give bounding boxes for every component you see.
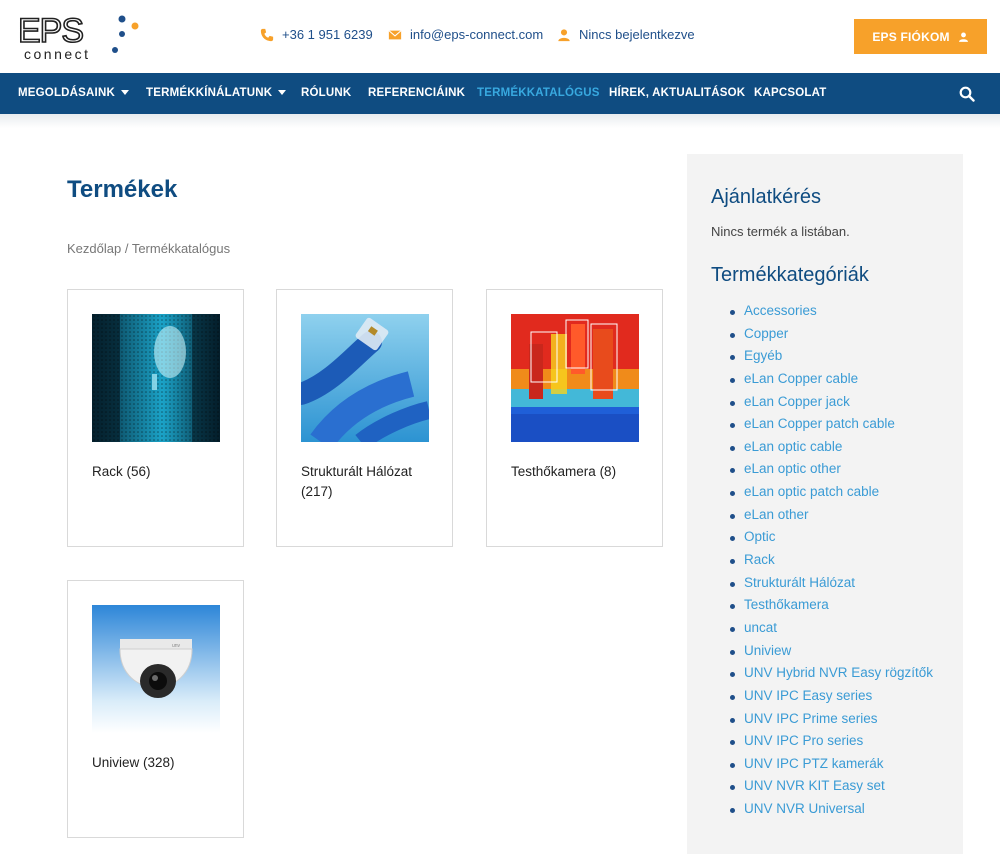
network-cable-image[interactable] [301, 314, 429, 442]
breadcrumb-home[interactable]: Kezdőlap [67, 241, 121, 256]
svg-text:unv: unv [172, 643, 181, 649]
category-link[interactable]: UNV IPC PTZ kamerák [729, 753, 933, 776]
category-link[interactable]: Uniview [729, 640, 933, 663]
category-label[interactable]: Testhőkamera (8) [511, 462, 651, 482]
category-link[interactable]: Egyéb [729, 345, 933, 368]
nav-item-referenciaink[interactable]: REFERENCIÁINK [368, 73, 465, 114]
category-link[interactable]: uncat [729, 617, 933, 640]
sidebar: Ajánlatkérés Nincs termék a listában. Te… [687, 154, 963, 854]
thermal-camera-image[interactable] [511, 314, 639, 442]
category-link[interactable]: eLan Copper cable [729, 368, 933, 391]
breadcrumb: Kezdőlap / Termékkatalógus [67, 241, 230, 256]
quote-empty-text: Nincs termék a listában. [711, 224, 850, 239]
category-link[interactable]: eLan Copper patch cable [729, 413, 933, 436]
category-link[interactable]: eLan optic cable [729, 436, 933, 459]
nav-item-hirek[interactable]: HÍREK, AKTUALITÁSOK [609, 73, 745, 114]
nav-shadow [0, 114, 1000, 128]
nav-item-megoldasaink[interactable]: MEGOLDÁSAINK [18, 73, 129, 114]
category-link[interactable]: eLan other [729, 504, 933, 527]
categories-title: Termékkategóriák [711, 264, 869, 286]
page-title: Termékek [67, 176, 178, 203]
rack-image[interactable] [92, 314, 220, 442]
category-link[interactable]: UNV IPC Pro series [729, 730, 933, 753]
user-icon [558, 28, 570, 41]
category-link[interactable]: UNV IPC Easy series [729, 685, 933, 708]
category-link[interactable]: eLan Copper jack [729, 391, 933, 414]
top-header: EPS connect +36 1 951 6239 info@eps-conn… [0, 0, 1000, 73]
envelope-icon [388, 29, 402, 39]
category-link[interactable]: Optic [729, 526, 933, 549]
phone-icon [260, 28, 274, 41]
nav-item-kapcsolat[interactable]: KAPCSOLAT [754, 73, 827, 114]
nav-item-termekkinalatunk[interactable]: TERMÉKKÍNÁLATUNK [146, 73, 287, 114]
login-status[interactable]: Nincs bejelentkezve [557, 27, 695, 42]
category-card-rack[interactable]: Rack (56) [67, 289, 244, 547]
dome-camera-image[interactable]: unv [92, 605, 220, 733]
category-card-uniview[interactable]: unv Uniview (328) [67, 580, 244, 838]
category-link[interactable]: UNV NVR Universal [729, 798, 933, 821]
category-label[interactable]: Uniview (328) [92, 753, 232, 773]
nav-item-rolunk[interactable]: RÓLUNK [301, 73, 351, 114]
user-icon [958, 32, 968, 42]
email-contact[interactable]: info@eps-connect.com [388, 27, 543, 42]
category-link[interactable]: UNV Hybrid NVR Easy rögzítők [729, 662, 933, 685]
account-button-label: EPS FIÓKOM [872, 29, 950, 44]
category-link[interactable]: Testhőkamera [729, 594, 933, 617]
eps-connect-logo[interactable]: EPS connect [18, 12, 143, 62]
login-status-text[interactable]: Nincs bejelentkezve [579, 27, 695, 42]
category-link[interactable]: eLan optic patch cable [729, 481, 933, 504]
category-card-strukturalt-halozat[interactable]: Strukturált Hálózat (217) [276, 289, 453, 547]
nav-item-termekkatalogus[interactable]: TERMÉKKATALÓGUS [477, 73, 600, 114]
category-link[interactable]: UNV IPC Prime series [729, 708, 933, 731]
svg-text:connect: connect [24, 46, 91, 62]
category-label[interactable]: Rack (56) [92, 462, 232, 482]
eps-account-button[interactable]: EPS FIÓKOM [854, 19, 987, 54]
caret-down-icon [278, 90, 287, 96]
category-card-testhokamera[interactable]: Testhőkamera (8) [486, 289, 663, 547]
main-navigation: MEGOLDÁSAINK TERMÉKKÍNÁLATUNK RÓLUNK REF… [0, 73, 1000, 114]
caret-down-icon [120, 90, 129, 96]
breadcrumb-separator: / [121, 241, 132, 256]
category-link[interactable]: Copper [729, 323, 933, 346]
svg-text:EPS: EPS [18, 12, 83, 50]
search-icon[interactable] [959, 86, 975, 102]
phone-contact[interactable]: +36 1 951 6239 [260, 27, 373, 42]
category-link[interactable]: eLan optic other [729, 458, 933, 481]
email-address[interactable]: info@eps-connect.com [410, 27, 543, 42]
quote-title: Ajánlatkérés [711, 186, 822, 208]
category-link[interactable]: Rack [729, 549, 933, 572]
phone-number[interactable]: +36 1 951 6239 [282, 27, 373, 42]
category-link[interactable]: UNV NVR KIT Easy set [729, 775, 933, 798]
category-label[interactable]: Strukturált Hálózat (217) [301, 462, 441, 502]
category-link[interactable]: Strukturált Hálózat [729, 572, 933, 595]
category-link[interactable]: Accessories [729, 300, 933, 323]
breadcrumb-current: Termékkatalógus [131, 241, 231, 256]
category-list: Accessories Copper Egyéb eLan Copper cab… [729, 300, 933, 821]
